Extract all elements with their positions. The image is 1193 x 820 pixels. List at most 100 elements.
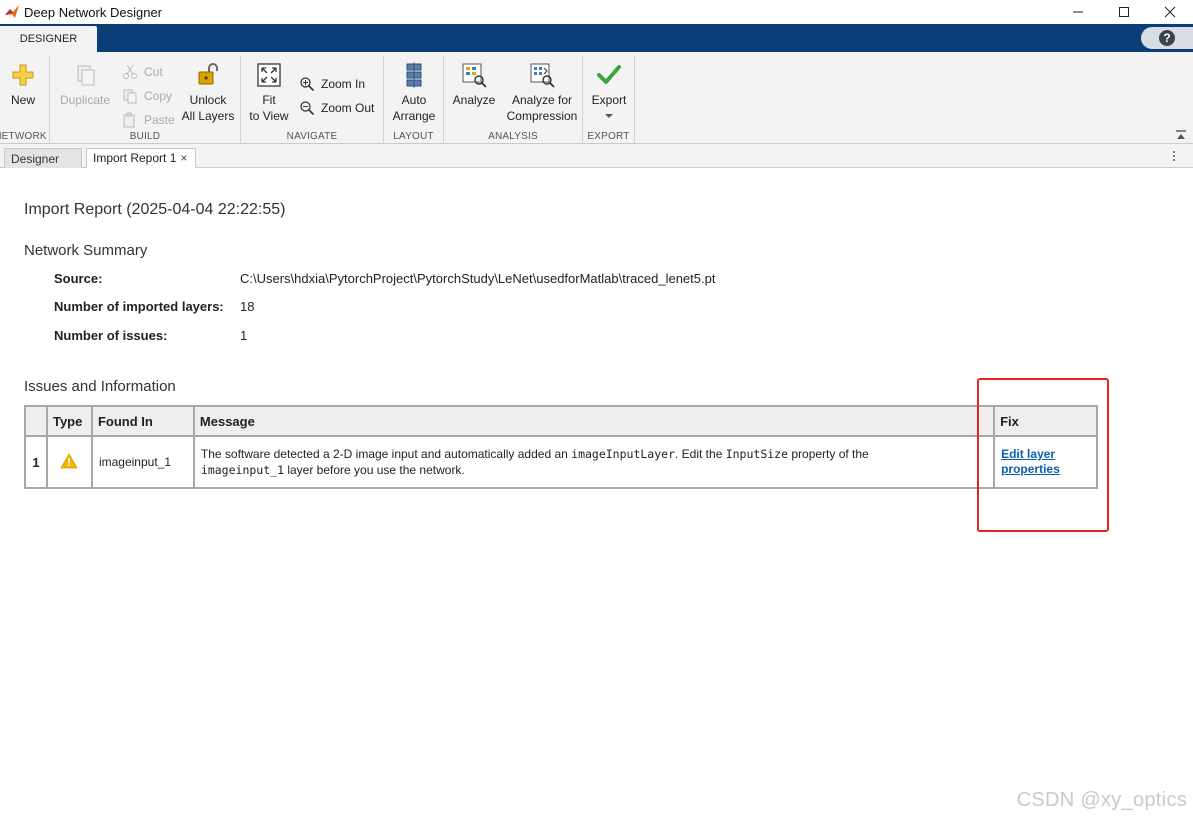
group-label-export: EXPORT bbox=[587, 131, 630, 142]
analyze-label: Analyze bbox=[452, 93, 496, 107]
auto-arrange-icon bbox=[406, 62, 422, 88]
title-bar: Deep Network Designer bbox=[0, 0, 1193, 24]
unlock-icon bbox=[198, 63, 218, 85]
copy-button[interactable]: Copy bbox=[122, 86, 172, 106]
auto-label-2: Arrange bbox=[392, 109, 436, 123]
analyze-compression-icon bbox=[530, 63, 555, 88]
analyze-icon bbox=[462, 63, 487, 88]
tab-designer-canvas[interactable]: Designer bbox=[4, 148, 82, 168]
group-build: Duplicate Cut Copy Paste Unlock All Laye… bbox=[50, 56, 241, 144]
help-button[interactable]: ? bbox=[1141, 27, 1193, 49]
maximize-button[interactable] bbox=[1101, 0, 1147, 24]
window-title: Deep Network Designer bbox=[24, 4, 163, 20]
group-label-network: NETWORK bbox=[0, 131, 47, 142]
paste-label: Paste bbox=[144, 113, 175, 127]
document-tab-bar: Designer Import Report 1 × bbox=[0, 144, 1193, 168]
minimize-icon bbox=[1073, 11, 1083, 13]
close-tab-icon[interactable]: × bbox=[180, 151, 187, 165]
message-text-1: The software detected a 2-D image input … bbox=[200, 447, 572, 461]
duplicate-button[interactable]: Duplicate bbox=[56, 62, 114, 108]
maximize-icon bbox=[1119, 7, 1129, 17]
col-header-num bbox=[24, 405, 48, 437]
group-label-analysis: ANALYSIS bbox=[488, 131, 538, 142]
col-header-fix: Fix bbox=[993, 405, 1098, 437]
zoom-out-icon bbox=[300, 101, 315, 116]
issues-label: Number of issues: bbox=[54, 328, 168, 343]
window-controls bbox=[1055, 0, 1193, 24]
edit-layer-properties-link[interactable]: Edit layer properties bbox=[1001, 447, 1090, 477]
group-analysis: Analyze Analyze for Compression ANALYSIS bbox=[444, 56, 583, 144]
collapse-ribbon-icon[interactable] bbox=[1175, 129, 1187, 141]
message-text-4: layer before you use the network. bbox=[284, 463, 465, 477]
fit-to-view-icon bbox=[257, 63, 281, 87]
message-text-2: . Edit the bbox=[675, 447, 726, 461]
fit-label-1: Fit bbox=[262, 93, 276, 107]
compress-label-1: Analyze for bbox=[511, 93, 573, 107]
group-navigate: Fit to View Zoom In Zoom Out NAVIGATE bbox=[241, 56, 384, 144]
new-button[interactable]: New bbox=[0, 62, 46, 108]
auto-label-1: Auto bbox=[401, 93, 427, 107]
export-button[interactable]: Export bbox=[585, 62, 633, 124]
duplicate-icon bbox=[77, 65, 95, 86]
compress-label-2: Compression bbox=[506, 109, 578, 123]
source-label: Source: bbox=[54, 271, 103, 286]
fit-to-view-button[interactable]: Fit to View bbox=[245, 62, 293, 124]
toolstrip: New NETWORK Duplicate Cut bbox=[0, 52, 1193, 144]
copy-label: Copy bbox=[144, 89, 173, 103]
help-icon: ? bbox=[1159, 30, 1175, 46]
group-network: New NETWORK bbox=[0, 56, 50, 144]
fix-cell: Edit layer properties bbox=[993, 435, 1098, 489]
message-code-2: InputSize bbox=[725, 447, 789, 461]
group-label-navigate: NAVIGATE bbox=[286, 131, 338, 142]
tab-designer-label: Designer bbox=[11, 151, 60, 166]
col-header-type: Type bbox=[45, 405, 93, 437]
analyze-for-compression-button[interactable]: Analyze for Compression bbox=[504, 62, 580, 124]
row-number: 1 bbox=[24, 435, 48, 489]
issues-table: Type Found In Message Fix 1 imageinput_1 bbox=[24, 405, 1098, 489]
tab-options-icon[interactable] bbox=[1169, 148, 1179, 164]
group-export: Export EXPORT bbox=[583, 56, 635, 144]
matlab-logo-icon bbox=[5, 5, 19, 18]
zoom-out-button[interactable]: Zoom Out bbox=[299, 98, 374, 118]
group-label-layout: LAYOUT bbox=[393, 131, 434, 142]
auto-arrange-button[interactable]: Auto Arrange bbox=[388, 62, 440, 124]
unlock-label-1: Unlock bbox=[189, 93, 227, 107]
tab-designer[interactable]: DESIGNER bbox=[0, 26, 97, 52]
type-cell bbox=[45, 435, 93, 489]
layers-label: Number of imported layers: bbox=[54, 299, 224, 314]
message-code-1: imageInputLayer bbox=[571, 447, 675, 461]
tab-import-report[interactable]: Import Report 1 × bbox=[86, 148, 196, 168]
zoom-in-button[interactable]: Zoom In bbox=[299, 74, 365, 94]
issues-heading: Issues and Information bbox=[24, 378, 176, 395]
app-window: Deep Network Designer DESIGNER ? New ETW… bbox=[0, 0, 1193, 820]
ribbon-tab-strip: DESIGNER ? bbox=[0, 24, 1193, 52]
scissors-icon bbox=[123, 64, 137, 79]
paste-icon bbox=[123, 112, 135, 128]
watermark: CSDN @xy_optics bbox=[1016, 789, 1187, 811]
col-header-found-in: Found In bbox=[90, 405, 195, 437]
group-label-build: BUILD bbox=[129, 131, 161, 142]
unlock-label-2: All Layers bbox=[181, 109, 235, 123]
col-header-message: Message bbox=[192, 405, 996, 437]
cut-button[interactable]: Cut bbox=[122, 62, 163, 82]
chevron-down-icon bbox=[605, 114, 613, 118]
fit-label-2: to View bbox=[249, 109, 289, 123]
table-header-row: Type Found In Message Fix bbox=[24, 405, 1098, 437]
source-value: C:\Users\hdxia\PytorchProject\PytorchStu… bbox=[240, 271, 716, 286]
close-window-button[interactable] bbox=[1147, 0, 1193, 24]
close-icon bbox=[1164, 6, 1176, 18]
checkmark-icon bbox=[597, 65, 621, 84]
zoom-in-icon bbox=[300, 77, 315, 92]
paste-button[interactable]: Paste bbox=[122, 110, 175, 130]
unlock-all-layers-button[interactable]: Unlock All Layers bbox=[178, 62, 238, 124]
minimize-button[interactable] bbox=[1055, 0, 1101, 24]
plus-icon bbox=[12, 64, 34, 86]
group-layout: Auto Arrange LAYOUT bbox=[384, 56, 444, 144]
zoom-out-label: Zoom Out bbox=[321, 101, 375, 115]
table-row: 1 imageinput_1 The software detected a 2… bbox=[24, 435, 1098, 489]
analyze-button[interactable]: Analyze bbox=[448, 62, 500, 108]
layers-value: 18 bbox=[240, 299, 255, 314]
zoom-in-label: Zoom In bbox=[321, 77, 366, 91]
message-cell: The software detected a 2-D image input … bbox=[192, 435, 996, 489]
message-code-3: imageinput_1 bbox=[200, 463, 284, 477]
